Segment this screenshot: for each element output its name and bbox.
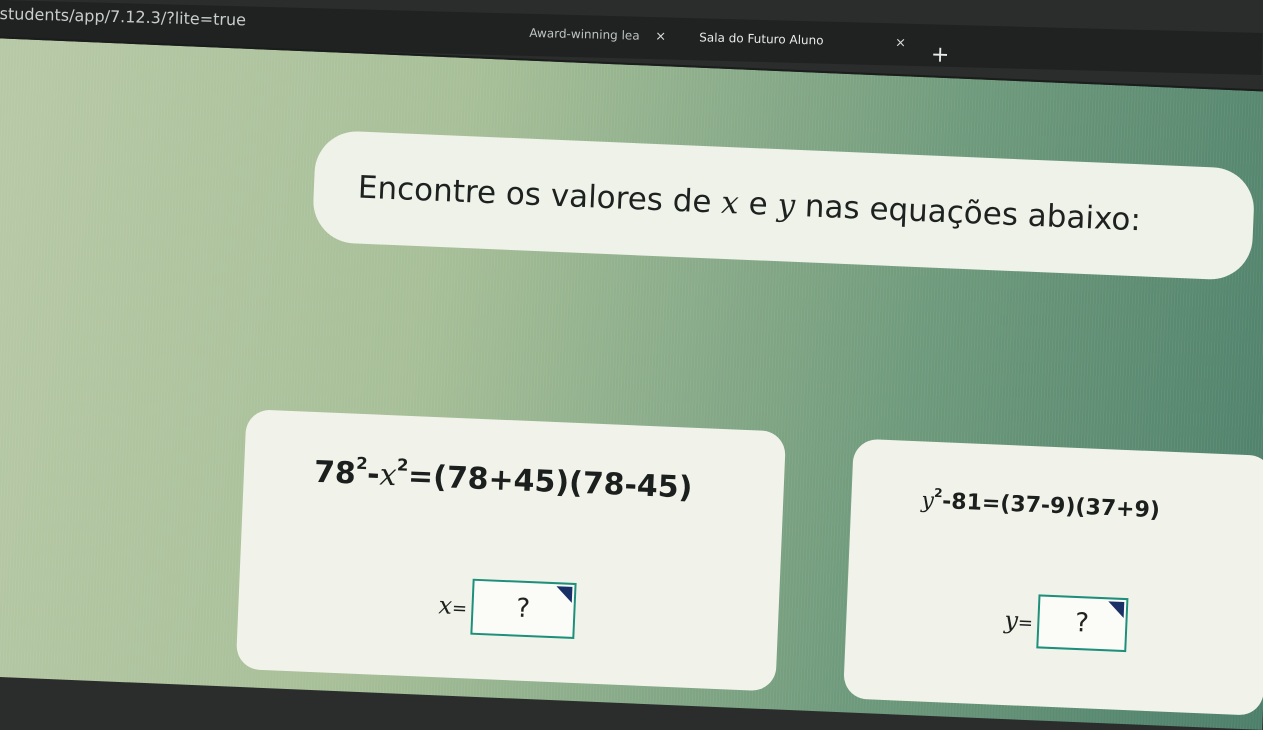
tab-sala-do-futuro[interactable]: Sala do Futuro Aluno × (699, 20, 908, 59)
tab-title: Sala do Futuro Aluno (699, 30, 824, 48)
new-tab-button[interactable]: + (931, 42, 950, 67)
equation-rhs: =(78+45)(78-45) (407, 458, 694, 506)
answer-dropdown-y[interactable]: ? (1035, 594, 1129, 653)
instruction-var-x: x (720, 184, 740, 222)
answer-variable: x (437, 591, 453, 620)
instruction-text: Encontre os valores de x e y nas equaçõe… (357, 170, 1141, 239)
answer-label-y: y= (1004, 606, 1034, 635)
address-bar-url[interactable]: students/app/7.12.3/?lite=true (0, 4, 246, 29)
exercise-page: Encontre os valores de x e y nas equaçõe… (0, 36, 1263, 730)
answer-variable: y (1003, 606, 1019, 635)
instruction-part: e (738, 185, 779, 224)
tab-award-winning[interactable]: Award-winning lea × (529, 16, 668, 54)
answer-dropdown-x[interactable]: ? (469, 578, 577, 639)
answer-row-y: y= ? (1003, 593, 1129, 653)
equation-variable: x (378, 457, 398, 494)
tab-title: Award-winning lea (529, 25, 640, 43)
instruction-part: Encontre os valores de (357, 169, 723, 221)
equation-card-y: y2-81=(37-9)(37+9) y= ? (843, 438, 1263, 716)
equation-x: 782-x2=(78+45)(78-45) (313, 452, 693, 506)
equation-variable: y (920, 488, 935, 514)
dropdown-corner-icon (1107, 601, 1124, 618)
instruction-var-y: y (776, 187, 796, 224)
answer-equals: = (1017, 612, 1034, 635)
answer-label-x: x= (438, 591, 468, 620)
instruction-banner: Encontre os valores de x e y nas equaçõe… (311, 129, 1256, 282)
answer-equals: = (451, 597, 468, 620)
equation-card-x: 782-x2=(78+45)(78-45) x= ? (235, 409, 787, 692)
answer-placeholder: ? (515, 593, 531, 625)
equation-rhs: -81=(37-9)(37+9) (941, 489, 1161, 524)
equation-term: 78 (313, 454, 357, 492)
answer-row-x: x= ? (437, 577, 577, 639)
close-icon[interactable]: × (653, 29, 667, 44)
dropdown-corner-icon (555, 586, 573, 603)
answer-placeholder: ? (1074, 607, 1090, 639)
equation-y: y2-81=(37-9)(37+9) (921, 485, 1161, 523)
instruction-part: nas equações abaixo: (794, 187, 1142, 239)
equation-exponent: 2 (396, 455, 409, 475)
close-icon[interactable]: × (893, 35, 907, 50)
